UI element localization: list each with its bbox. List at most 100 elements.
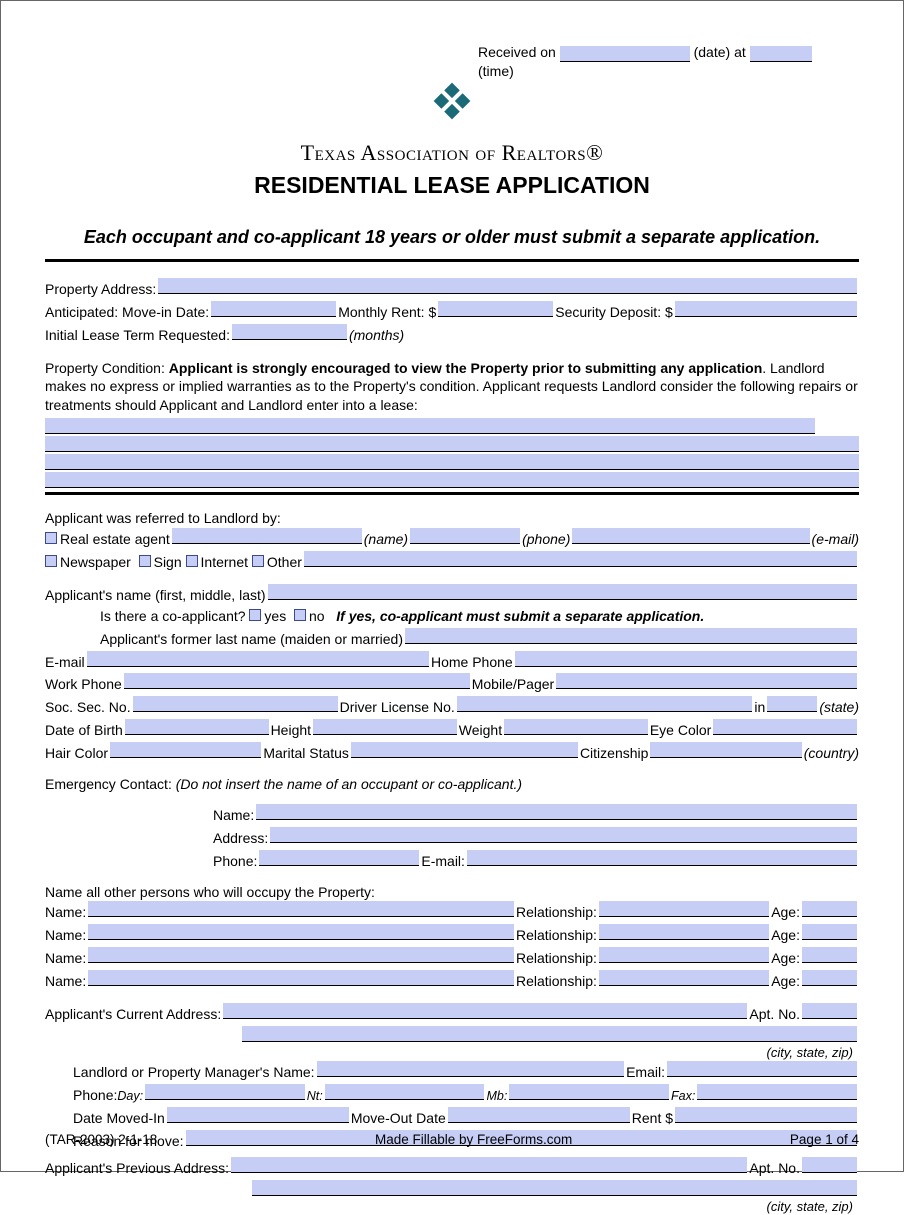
- dob-row: Date of Birth Height Weight Eye Color: [45, 719, 859, 740]
- agent-checkbox[interactable]: [45, 532, 57, 544]
- height-field[interactable]: [313, 719, 457, 735]
- occ2-age-field[interactable]: [802, 924, 857, 940]
- agent-phone-hint: (phone): [522, 530, 570, 549]
- sign-label: Sign: [154, 553, 182, 572]
- logo-icon: [424, 73, 480, 129]
- prev-addr-field[interactable]: [231, 1157, 747, 1173]
- yes-label: yes: [264, 607, 286, 626]
- no-label: no: [309, 607, 325, 626]
- emerg-phone-label: Phone:: [213, 852, 257, 871]
- occ4-age-field[interactable]: [802, 970, 857, 986]
- condition-line4[interactable]: [45, 472, 859, 488]
- movedin-field[interactable]: [167, 1107, 349, 1123]
- prev-apt-field[interactable]: [802, 1157, 857, 1173]
- ssn-field[interactable]: [133, 696, 338, 712]
- occ2-name-field[interactable]: [88, 924, 514, 940]
- marital-label: Marital Status: [263, 744, 349, 763]
- mgr-email-label: Email:: [626, 1063, 665, 1082]
- current-apt-field[interactable]: [802, 1003, 857, 1019]
- footer-center: Made Fillable by FreeForms.com: [375, 1131, 572, 1149]
- marital-field[interactable]: [351, 742, 578, 758]
- nt-field[interactable]: [325, 1084, 485, 1100]
- curr-rent-field[interactable]: [675, 1107, 857, 1123]
- term-field[interactable]: [232, 324, 347, 340]
- citizen-label: Citizenship: [580, 744, 648, 763]
- sign-checkbox[interactable]: [139, 555, 151, 567]
- property-address-label: Property Address:: [45, 280, 156, 299]
- condition-line1[interactable]: [45, 418, 815, 434]
- state-hint: (state): [819, 698, 859, 717]
- dl-field[interactable]: [457, 696, 753, 712]
- internet-checkbox[interactable]: [186, 555, 198, 567]
- eye-field[interactable]: [713, 719, 857, 735]
- occ1-age-field[interactable]: [802, 901, 857, 917]
- workphone-field[interactable]: [124, 673, 470, 689]
- applicant-name-field[interactable]: [268, 584, 857, 600]
- occ-age-label: Age:: [771, 903, 800, 922]
- mb-label: Mb:: [486, 1088, 507, 1105]
- dob-label: Date of Birth: [45, 721, 123, 740]
- prev-csz-field[interactable]: [252, 1180, 857, 1196]
- eye-label: Eye Color: [650, 721, 711, 740]
- agent-email-field[interactable]: [572, 528, 809, 544]
- monthly-rent-field[interactable]: [438, 301, 553, 317]
- received-time-field[interactable]: [750, 46, 812, 62]
- occ3-rel-field[interactable]: [599, 947, 769, 963]
- deposit-field[interactable]: [675, 301, 857, 317]
- mb-field[interactable]: [509, 1084, 669, 1100]
- emergency-heading: Emergency Contact: (Do not insert the na…: [45, 775, 859, 794]
- mgr-email-field[interactable]: [667, 1061, 857, 1077]
- occ1-rel-field[interactable]: [599, 901, 769, 917]
- movedin-label: Date Moved-In: [73, 1109, 165, 1128]
- former-name-field[interactable]: [405, 628, 857, 644]
- occ-rel-label: Relationship:: [516, 903, 597, 922]
- ssn-label: Soc. Sec. No.: [45, 698, 131, 717]
- emergency-note: (Do not insert the name of an occupant o…: [176, 776, 522, 792]
- mobile-label: Mobile/Pager: [472, 675, 555, 694]
- former-label: Applicant's former last name (maiden or …: [100, 630, 403, 649]
- occ1-name-field[interactable]: [88, 901, 514, 917]
- dates-row: Date Moved-In Move-Out Date Rent $: [45, 1107, 859, 1128]
- moveout-field[interactable]: [448, 1107, 630, 1123]
- weight-field[interactable]: [504, 719, 648, 735]
- current-addr-field[interactable]: [223, 1003, 747, 1019]
- condition-line3[interactable]: [45, 454, 859, 470]
- emergency-label: Emergency Contact:: [45, 776, 172, 792]
- hair-field[interactable]: [110, 742, 261, 758]
- emerg-email-field[interactable]: [467, 850, 857, 866]
- occ3-name-field[interactable]: [88, 947, 514, 963]
- agent-name-field[interactable]: [172, 528, 362, 544]
- homephone-field[interactable]: [515, 651, 857, 667]
- emergency-address-row: Address:: [45, 827, 859, 848]
- coapp-note: If yes, co-applicant must submit a separ…: [336, 607, 704, 626]
- current-csz-field[interactable]: [242, 1026, 857, 1042]
- emerg-name-field[interactable]: [256, 804, 857, 820]
- day-field[interactable]: [145, 1084, 305, 1100]
- emerg-phone-field[interactable]: [259, 850, 419, 866]
- other-checkbox[interactable]: [252, 555, 264, 567]
- occ3-age-field[interactable]: [802, 947, 857, 963]
- condition-line2[interactable]: [45, 436, 859, 452]
- mgr-field[interactable]: [317, 1061, 625, 1077]
- coapp-yes-checkbox[interactable]: [249, 609, 261, 621]
- dl-state-field[interactable]: [767, 696, 817, 712]
- occ4-rel-field[interactable]: [599, 970, 769, 986]
- agent-phone-field[interactable]: [410, 528, 520, 544]
- occ4-name-field[interactable]: [88, 970, 514, 986]
- footer-left: (TAR-2003) 2-1-18: [45, 1131, 157, 1149]
- dob-field[interactable]: [125, 719, 269, 735]
- other-field[interactable]: [304, 551, 857, 567]
- received-date-field[interactable]: [560, 46, 690, 62]
- emerg-address-field[interactable]: [270, 827, 857, 843]
- height-label: Height: [271, 721, 311, 740]
- coapp-no-checkbox[interactable]: [294, 609, 306, 621]
- citizen-field[interactable]: [650, 742, 801, 758]
- email-field[interactable]: [87, 651, 429, 667]
- occ2-rel-field[interactable]: [599, 924, 769, 940]
- mobile-field[interactable]: [556, 673, 857, 689]
- date-at-label: (date) at: [694, 44, 746, 60]
- newspaper-checkbox[interactable]: [45, 555, 57, 567]
- fax-field[interactable]: [697, 1084, 857, 1100]
- movein-date-field[interactable]: [211, 301, 336, 317]
- property-address-field[interactable]: [158, 278, 857, 294]
